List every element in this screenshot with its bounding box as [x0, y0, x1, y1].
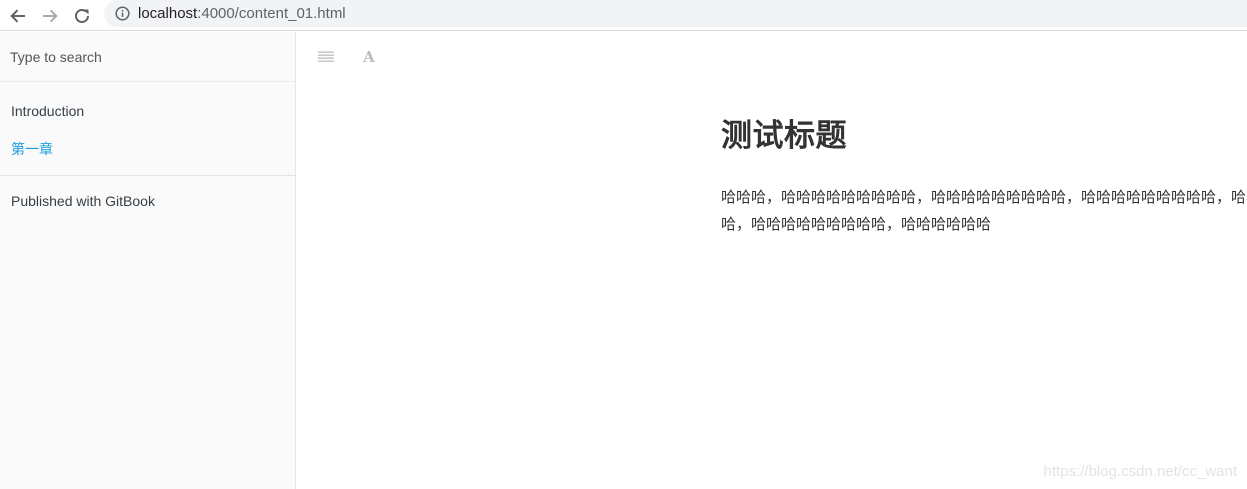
- url-host: localhost: [138, 5, 198, 22]
- toggle-sidebar-button[interactable]: [315, 46, 337, 68]
- sidebar-item-chapter-1[interactable]: 第一章: [11, 140, 53, 158]
- forward-button[interactable]: [37, 3, 63, 29]
- info-circle-icon[interactable]: [115, 6, 130, 21]
- watermark-text: https://blog.csdn.net/cc_want: [1043, 463, 1237, 480]
- book-sidebar: Introduction 第一章 Published with GitBook: [0, 32, 296, 489]
- arrow-left-icon: [10, 9, 25, 23]
- browser-toolbar: localhost:4000/content_01.html: [0, 0, 1247, 31]
- back-button[interactable]: [5, 3, 31, 29]
- page-paragraph: 哈哈哈，哈哈哈哈哈哈哈哈哈，哈哈哈哈哈哈哈哈哈，哈哈哈哈哈哈哈哈哈，哈哈哈哈哈哈…: [721, 189, 1247, 233]
- font-settings-icon: A: [363, 48, 375, 66]
- sidebar-divider: [0, 175, 295, 176]
- url-text[interactable]: localhost:4000/content_01.html: [138, 5, 346, 22]
- search-input[interactable]: [0, 32, 295, 82]
- page-title: 测试标题: [721, 118, 847, 153]
- book-body: A 测试标题 哈哈哈，哈哈哈哈哈哈哈哈哈，哈哈哈哈哈哈哈哈哈，哈哈哈哈哈哈哈哈哈…: [296, 32, 1247, 489]
- sidebar-item-introduction[interactable]: Introduction: [11, 102, 84, 120]
- url-path: :4000/content_01.html: [197, 5, 346, 22]
- reload-button[interactable]: [69, 3, 95, 29]
- font-settings-button[interactable]: A: [358, 46, 380, 68]
- reload-icon: [75, 9, 89, 23]
- arrow-right-icon: [43, 9, 58, 23]
- address-bar[interactable]: localhost:4000/content_01.html: [104, 0, 1247, 27]
- menu-lines-icon: [318, 51, 334, 62]
- published-with-gitbook-link[interactable]: Published with GitBook: [11, 192, 155, 210]
